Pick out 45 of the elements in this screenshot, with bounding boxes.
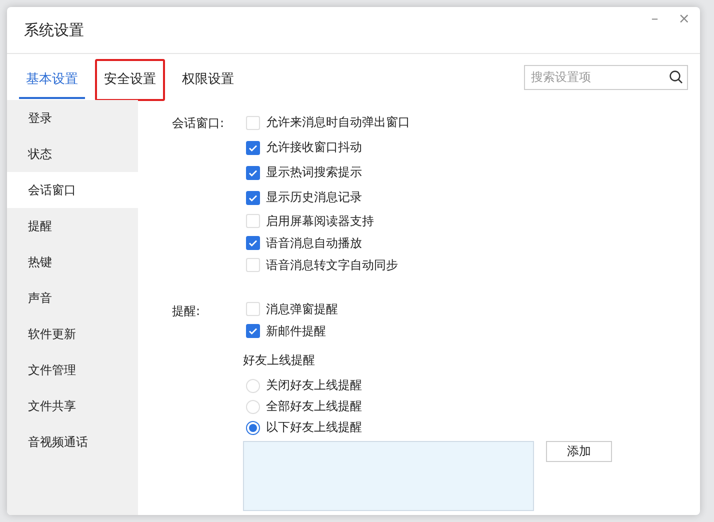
checkbox-label: 允许接收窗口抖动 [266, 139, 362, 156]
sidebar-item[interactable]: 热键 [7, 244, 138, 280]
checkbox-label: 语音消息自动播放 [266, 234, 362, 252]
checkbox-label: 允许来消息时自动弹出窗口 [266, 114, 410, 131]
tab[interactable]: 基本设置 [17, 59, 87, 101]
sidebar-item[interactable]: 会话窗口 [7, 172, 138, 208]
group-heading: 好友上线提醒 [243, 352, 316, 369]
checkbox-label: 启用屏幕阅读器支持 [266, 212, 374, 230]
check-icon [248, 326, 258, 336]
tab[interactable]: 权限设置 [173, 59, 243, 101]
friend-list[interactable] [243, 441, 534, 511]
check-icon [248, 142, 258, 152]
section-label: 会话窗口: [172, 115, 226, 132]
sidebar-item[interactable]: 软件更新 [7, 316, 138, 352]
sidebar-item[interactable]: 提醒 [7, 208, 138, 244]
sidebar-item[interactable]: 文件共享 [7, 388, 138, 424]
checkbox-label: 消息弹窗提醒 [266, 300, 338, 318]
close-button[interactable]: × [674, 11, 694, 27]
search-field[interactable]: 搜索设置项 [524, 64, 688, 90]
add-button[interactable]: 添加 [546, 441, 612, 462]
radio-label: 关闭好友上线提醒 [266, 377, 362, 394]
sidebar-item[interactable]: 声音 [7, 280, 138, 316]
radio-label: 全部好友上线提醒 [266, 398, 362, 415]
sidebar-item[interactable]: 登录 [7, 100, 138, 136]
checkbox[interactable] [246, 190, 260, 204]
section-label: 提醒: [172, 303, 202, 320]
checkbox[interactable] [246, 166, 260, 180]
sidebar-item[interactable]: 文件管理 [7, 352, 138, 388]
checkbox-label: 显示历史消息记录 [266, 189, 362, 206]
sidebar-item[interactable]: 音视频通话 [7, 424, 138, 460]
checkbox[interactable] [246, 140, 260, 154]
minimize-button[interactable]: – [647, 11, 662, 27]
sidebar-item[interactable]: 状态 [7, 136, 138, 172]
checkbox[interactable] [246, 236, 260, 250]
checkbox-label: 显示热词搜索提示 [266, 164, 362, 181]
radio-label: 以下好友上线提醒 [266, 419, 362, 436]
window-title: 系统设置 [24, 20, 84, 40]
checkbox-label: 语音消息转文字自动同步 [266, 256, 398, 274]
radio-button[interactable] [246, 420, 260, 434]
check-icon [248, 168, 258, 178]
check-icon [248, 192, 258, 202]
checkbox[interactable] [246, 324, 260, 338]
checkbox-label: 新邮件提醒 [266, 322, 326, 340]
search-icon [669, 70, 683, 84]
check-icon [248, 238, 258, 248]
